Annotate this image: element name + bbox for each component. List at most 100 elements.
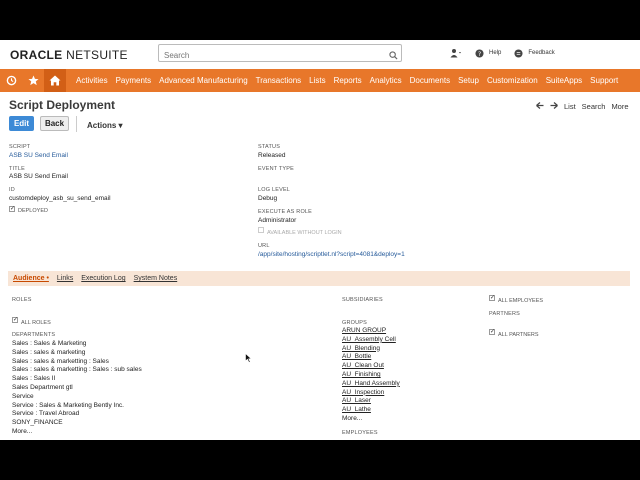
deployed-label: DEPLOYED <box>18 208 48 214</box>
app-window: ORACLE NETSUITE ? Help Feedback <box>0 40 640 440</box>
list-item[interactable]: AU_Assembly Cell <box>342 336 400 345</box>
toolbar-divider <box>76 116 77 132</box>
deployed-checkbox[interactable]: ✓ <box>9 206 15 212</box>
logo-suffix-text: NETSUITE <box>66 48 128 62</box>
groups-more-link[interactable]: More... <box>342 415 362 424</box>
nav-item-advanced-manufacturing[interactable]: Advanced Manufacturing <box>155 76 252 85</box>
groups-label: GROUPS <box>342 320 368 326</box>
nav-item-setup[interactable]: Setup <box>454 76 483 85</box>
list-item[interactable]: AU_Laser <box>342 397 400 406</box>
nav-item-payments[interactable]: Payments <box>112 76 156 85</box>
search-input[interactable] <box>162 47 386 64</box>
tab-links[interactable]: Links <box>57 275 73 282</box>
list-item[interactable]: Service : Sales & Marketing Bently Inc. <box>12 402 142 411</box>
home-icon[interactable] <box>44 69 66 92</box>
status-value: Released <box>258 152 286 159</box>
all-employees-label: ALL EMPLOYEES <box>498 298 544 304</box>
event-type-label: EVENT TYPE <box>258 166 295 172</box>
list-link[interactable]: List <box>564 102 576 111</box>
recent-records-icon[interactable] <box>0 69 22 92</box>
search-icon[interactable] <box>389 47 398 65</box>
nav-item-transactions[interactable]: Transactions <box>252 76 306 85</box>
list-item[interactable]: Service : Travel Abroad <box>12 410 142 419</box>
execute-as-role-value: Administrator <box>258 217 297 224</box>
all-partners-checkbox[interactable]: ✓ <box>489 329 495 335</box>
nav-item-analytics[interactable]: Analytics <box>366 76 406 85</box>
list-item[interactable]: Sales : Sales & Marketing <box>12 340 142 349</box>
groups-list[interactable]: ARUN GROUP AU_Assembly Cell AU_Blending … <box>342 327 400 415</box>
id-label: ID <box>9 187 15 193</box>
help-icon[interactable]: ? <box>475 48 484 58</box>
departments-list[interactable]: Sales : Sales & Marketing Sales : sales … <box>12 340 142 437</box>
log-level-label: LOG LEVEL <box>258 187 291 193</box>
status-label: STATUS <box>258 144 281 150</box>
employees-label: EMPLOYEES <box>342 430 378 436</box>
list-item[interactable]: Sales : Sales II <box>12 375 142 384</box>
logo-main-text: ORACLE <box>10 48 63 62</box>
roles-label: ROLES <box>12 297 32 303</box>
id-value: customdeploy_asb_su_send_email <box>9 195 111 202</box>
list-item[interactable]: More... <box>12 428 142 437</box>
title-value: ASB SU Send Email <box>9 173 68 180</box>
nav-item-activities[interactable]: Activities <box>72 76 112 85</box>
nav-item-reports[interactable]: Reports <box>330 76 366 85</box>
nav-item-lists[interactable]: Lists <box>305 76 329 85</box>
url-value[interactable]: /app/site/hosting/scriptlet.nl?script=40… <box>258 251 405 258</box>
list-item[interactable]: AU_Finishing <box>342 371 400 380</box>
partners-label: PARTNERS <box>489 311 521 317</box>
search-link[interactable]: Search <box>582 102 606 111</box>
list-item[interactable]: Sales : sales & marketing <box>12 349 142 358</box>
record-nav: List Search More <box>536 102 629 111</box>
previous-arrow-icon[interactable] <box>536 102 544 111</box>
available-without-login-checkbox <box>258 227 264 233</box>
list-item[interactable]: Service <box>12 393 142 402</box>
tab-audience[interactable]: Audience • <box>13 275 49 282</box>
favorites-star-icon[interactable] <box>22 69 44 92</box>
top-header: ORACLE NETSUITE ? Help Feedback <box>0 40 640 69</box>
nav-item-suiteapps[interactable]: SuiteApps <box>542 76 586 85</box>
list-item[interactable]: AU_Inspection <box>342 389 400 398</box>
all-roles-checkbox[interactable]: ✓ <box>12 317 18 323</box>
title-label: TITLE <box>9 166 25 172</box>
edit-button[interactable]: Edit <box>9 116 34 131</box>
list-item[interactable]: SONY_FINANCE <box>12 419 142 428</box>
subsidiaries-label: SUBSIDIARIES <box>342 297 383 303</box>
url-label: URL <box>258 243 270 249</box>
header-tools: ? Help Feedback <box>450 48 555 58</box>
feedback-link[interactable]: Feedback <box>528 50 554 56</box>
global-search[interactable] <box>158 44 402 65</box>
help-link[interactable]: Help <box>489 50 501 56</box>
next-arrow-icon[interactable] <box>550 102 558 111</box>
list-item[interactable]: ARUN GROUP <box>342 327 400 336</box>
list-item[interactable]: Sales : sales & marketting : Sales : sub… <box>12 366 142 375</box>
back-button[interactable]: Back <box>40 116 69 131</box>
nav-item-customization[interactable]: Customization <box>483 76 542 85</box>
nav-item-support[interactable]: Support <box>586 76 622 85</box>
all-employees-checkbox[interactable]: ✓ <box>489 295 495 301</box>
more-link[interactable]: More <box>611 102 628 111</box>
page-title: Script Deployment <box>9 98 116 112</box>
main-nav: Activities Payments Advanced Manufacturi… <box>0 69 640 92</box>
list-item[interactable]: AU_Lathe <box>342 406 400 415</box>
subtab-bar: Audience • Links Execution Log System No… <box>8 271 630 286</box>
list-item[interactable]: Sales : sales & marketting : Sales <box>12 358 142 367</box>
list-item[interactable]: AU_Hand Assembly <box>342 380 400 389</box>
list-item[interactable]: AU_Clean Out <box>342 362 400 371</box>
feedback-icon[interactable] <box>514 48 523 58</box>
svg-text:?: ? <box>478 50 481 57</box>
actions-menu[interactable]: Actions ▾ <box>87 121 123 130</box>
available-without-login-label: AVAILABLE WITHOUT LOGIN <box>267 230 342 236</box>
departments-label: DEPARTMENTS <box>12 332 56 338</box>
tab-execution-log[interactable]: Execution Log <box>81 275 125 282</box>
script-value[interactable]: ASB SU Send Email <box>9 152 68 159</box>
list-item[interactable]: AU_Blending <box>342 345 400 354</box>
list-item[interactable]: Sales Department gtl <box>12 384 142 393</box>
role-switcher-icon[interactable] <box>450 48 462 58</box>
tab-system-notes[interactable]: System Notes <box>134 275 178 282</box>
nav-item-documents[interactable]: Documents <box>406 76 454 85</box>
all-roles-label: ALL ROLES <box>21 320 51 326</box>
netsuite-logo[interactable]: ORACLE NETSUITE <box>10 48 128 62</box>
list-item[interactable]: AU_Bottle <box>342 353 400 362</box>
mouse-cursor-icon <box>245 350 253 368</box>
script-label: SCRIPT <box>9 144 31 150</box>
